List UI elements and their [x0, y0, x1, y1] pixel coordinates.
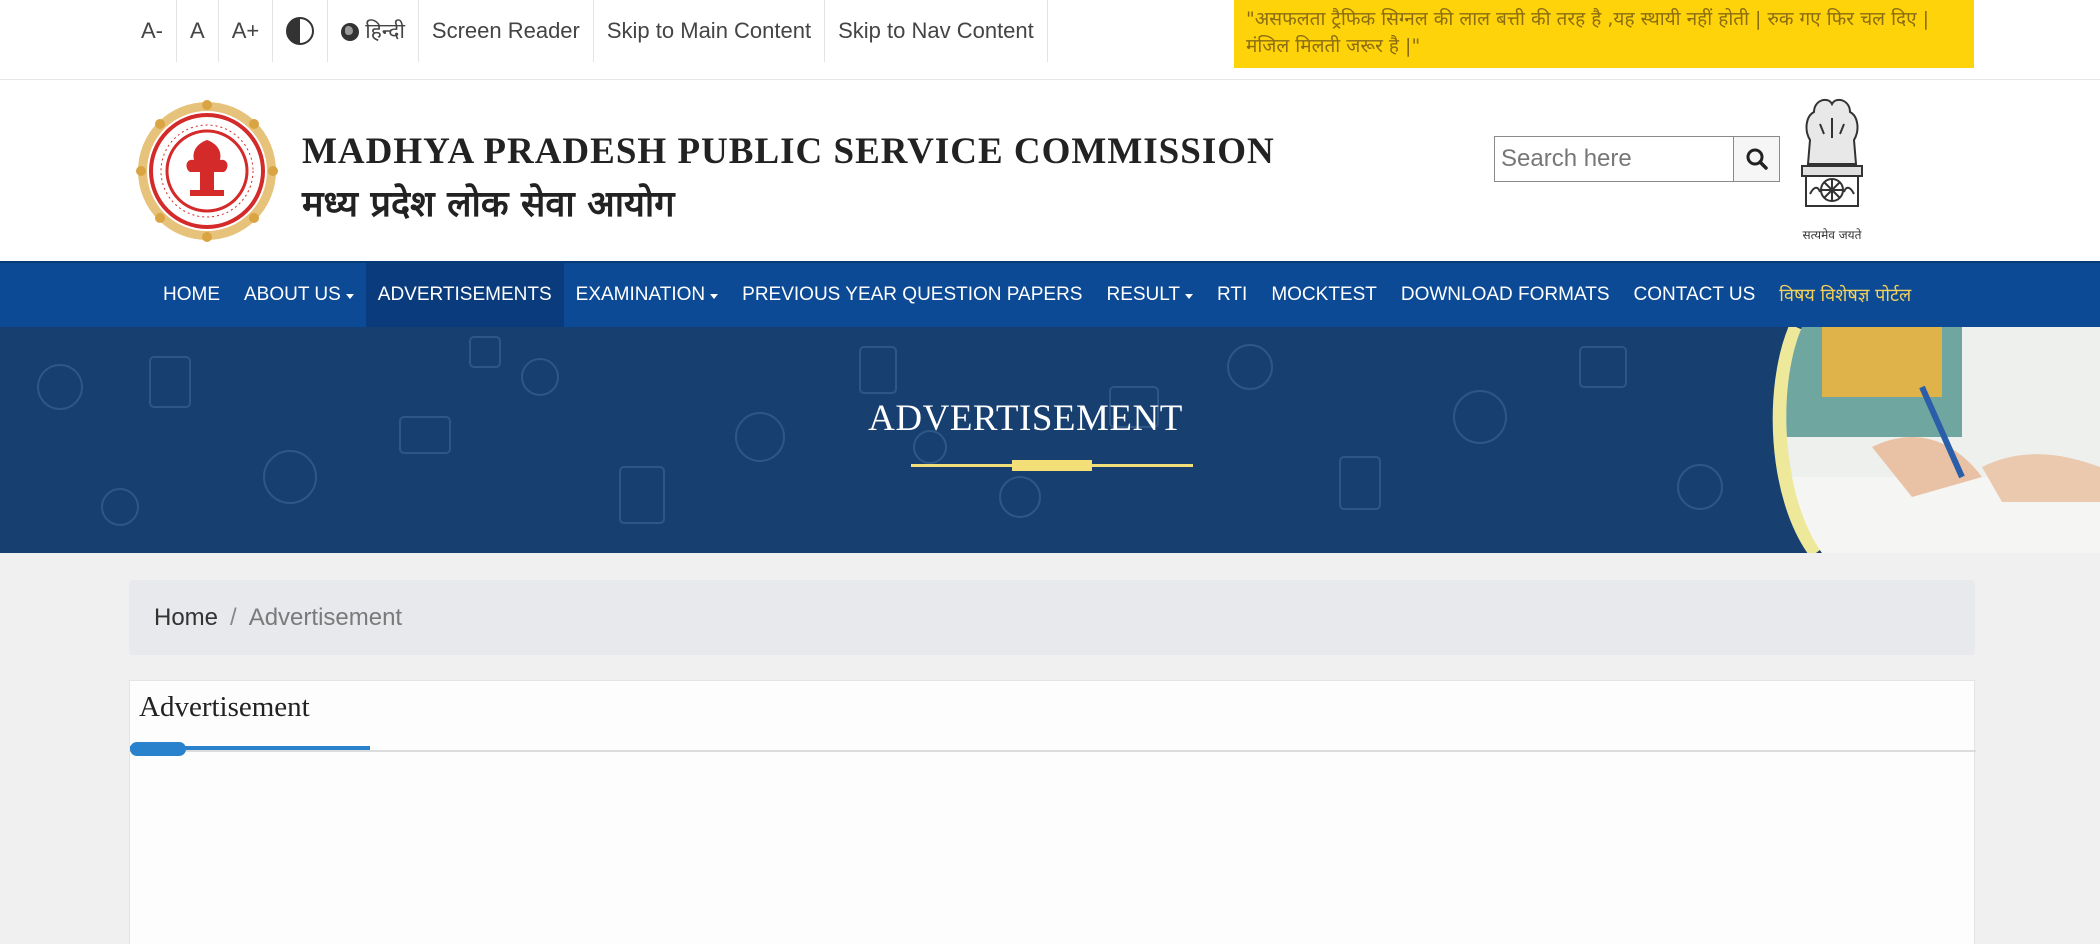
page-banner: ADVERTISEMENT	[0, 327, 2100, 553]
contrast-toggle-button[interactable]	[273, 0, 329, 62]
nav-item-advertisements[interactable]: ADVERTISEMENTS	[365, 263, 564, 327]
skip-main-content-link[interactable]: Skip to Main Content	[594, 0, 826, 62]
nav-item-contact-us[interactable]: CONTACT US	[1622, 263, 1768, 327]
language-toggle-button[interactable]: हिन्दी	[328, 0, 419, 62]
caret-down-icon	[710, 294, 719, 299]
nav-item-mocktest[interactable]: MOCKTEST	[1259, 263, 1389, 327]
panel-divider	[130, 750, 1976, 752]
nav-item-about-us[interactable]: ABOUT US	[232, 263, 366, 327]
banner-underline-accent	[1012, 460, 1092, 471]
caret-down-icon	[345, 294, 354, 299]
nav-item-previous-year-question-papers[interactable]: PREVIOUS YEAR QUESTION PAPERS	[730, 263, 1094, 327]
nav-item-label: MOCKTEST	[1271, 284, 1377, 305]
font-decrease-button[interactable]: A-	[129, 0, 177, 62]
mppsc-logo-icon[interactable]	[136, 100, 278, 242]
emblem-caption: सत्यमेव जयते	[1802, 228, 1862, 242]
motivational-quote: "असफलता ट्रैफिक सिग्नल की लाल बत्ती की त…	[1234, 0, 1974, 68]
national-emblem: सत्यमेव जयते	[1784, 94, 1880, 244]
breadcrumb-home-link[interactable]: Home	[154, 604, 218, 632]
nav-item-home[interactable]: HOME	[151, 263, 232, 327]
nav-item-label: DOWNLOAD FORMATS	[1400, 284, 1610, 305]
panel-title-accent-pill	[130, 742, 186, 756]
contrast-icon	[286, 17, 315, 45]
nav-menu: HOME ABOUT US ADVERTISEMENTS EXAMINATION PRE…	[151, 263, 1923, 327]
search-form	[1494, 136, 1780, 182]
nav-item-result[interactable]: RESULT	[1094, 263, 1205, 327]
nav-item-label: EXAMINATION	[575, 284, 706, 305]
nav-item-rti[interactable]: RTI	[1205, 263, 1259, 327]
site-header: MADHYA PRADESH PUBLIC SERVICE COMMISSION…	[0, 80, 2100, 261]
skip-nav-content-link[interactable]: Skip to Nav Content	[825, 0, 1048, 62]
nav-item-label: CONTACT US	[1633, 284, 1756, 305]
nav-item-download-formats[interactable]: DOWNLOAD FORMATS	[1389, 263, 1622, 327]
ashoka-emblem-icon	[1801, 98, 1863, 207]
nav-item-expert-portal[interactable]: विषय विशेषज्ञ पोर्टल	[1767, 263, 1923, 327]
site-title-english: MADHYA PRADESH PUBLIC SERVICE COMMISSION	[302, 131, 1275, 172]
caret-down-icon	[1185, 294, 1194, 299]
nav-item-label: ABOUT US	[244, 284, 341, 305]
breadcrumb: Home / Advertisement	[129, 580, 1975, 655]
banner-pattern	[37, 336, 1723, 526]
breadcrumb-separator: /	[230, 603, 237, 631]
writing-exam-photo	[1772, 327, 2100, 553]
top-utility-bar: A- A A+ हिन्दी Screen Reader Skip to Mai…	[0, 0, 2100, 80]
search-input[interactable]	[1494, 136, 1734, 182]
nav-item-label: ADVERTISEMENTS	[377, 284, 552, 305]
nav-item-label: विषय विशेषज्ञ पोर्टल	[1779, 285, 1912, 306]
search-icon	[1746, 148, 1768, 170]
globe-icon	[341, 23, 360, 41]
main-navigation: HOME ABOUT US ADVERTISEMENTS EXAMINATION PRE…	[0, 261, 2100, 327]
search-button[interactable]	[1734, 136, 1780, 182]
panel-title: Advertisement	[139, 691, 310, 723]
site-title-hindi: मध्य प्रदेश लोक सेवा आयोग	[302, 184, 675, 225]
nav-item-label: PREVIOUS YEAR QUESTION PAPERS	[742, 284, 1083, 305]
font-increase-button[interactable]: A+	[219, 0, 274, 62]
breadcrumb-current: Advertisement	[248, 603, 403, 631]
nav-item-label: HOME	[163, 284, 220, 305]
screen-reader-link[interactable]: Screen Reader	[419, 0, 594, 62]
nav-item-label: RESULT	[1106, 284, 1181, 305]
advertisement-panel: Advertisement	[129, 680, 1976, 944]
font-normal-button[interactable]: A	[177, 0, 219, 62]
accessibility-toolbar: A- A A+ हिन्दी Screen Reader Skip to Mai…	[129, 0, 1048, 62]
language-label: हिन्दी	[365, 19, 405, 43]
nav-item-examination[interactable]: EXAMINATION	[564, 263, 731, 327]
nav-item-label: RTI	[1217, 284, 1248, 305]
